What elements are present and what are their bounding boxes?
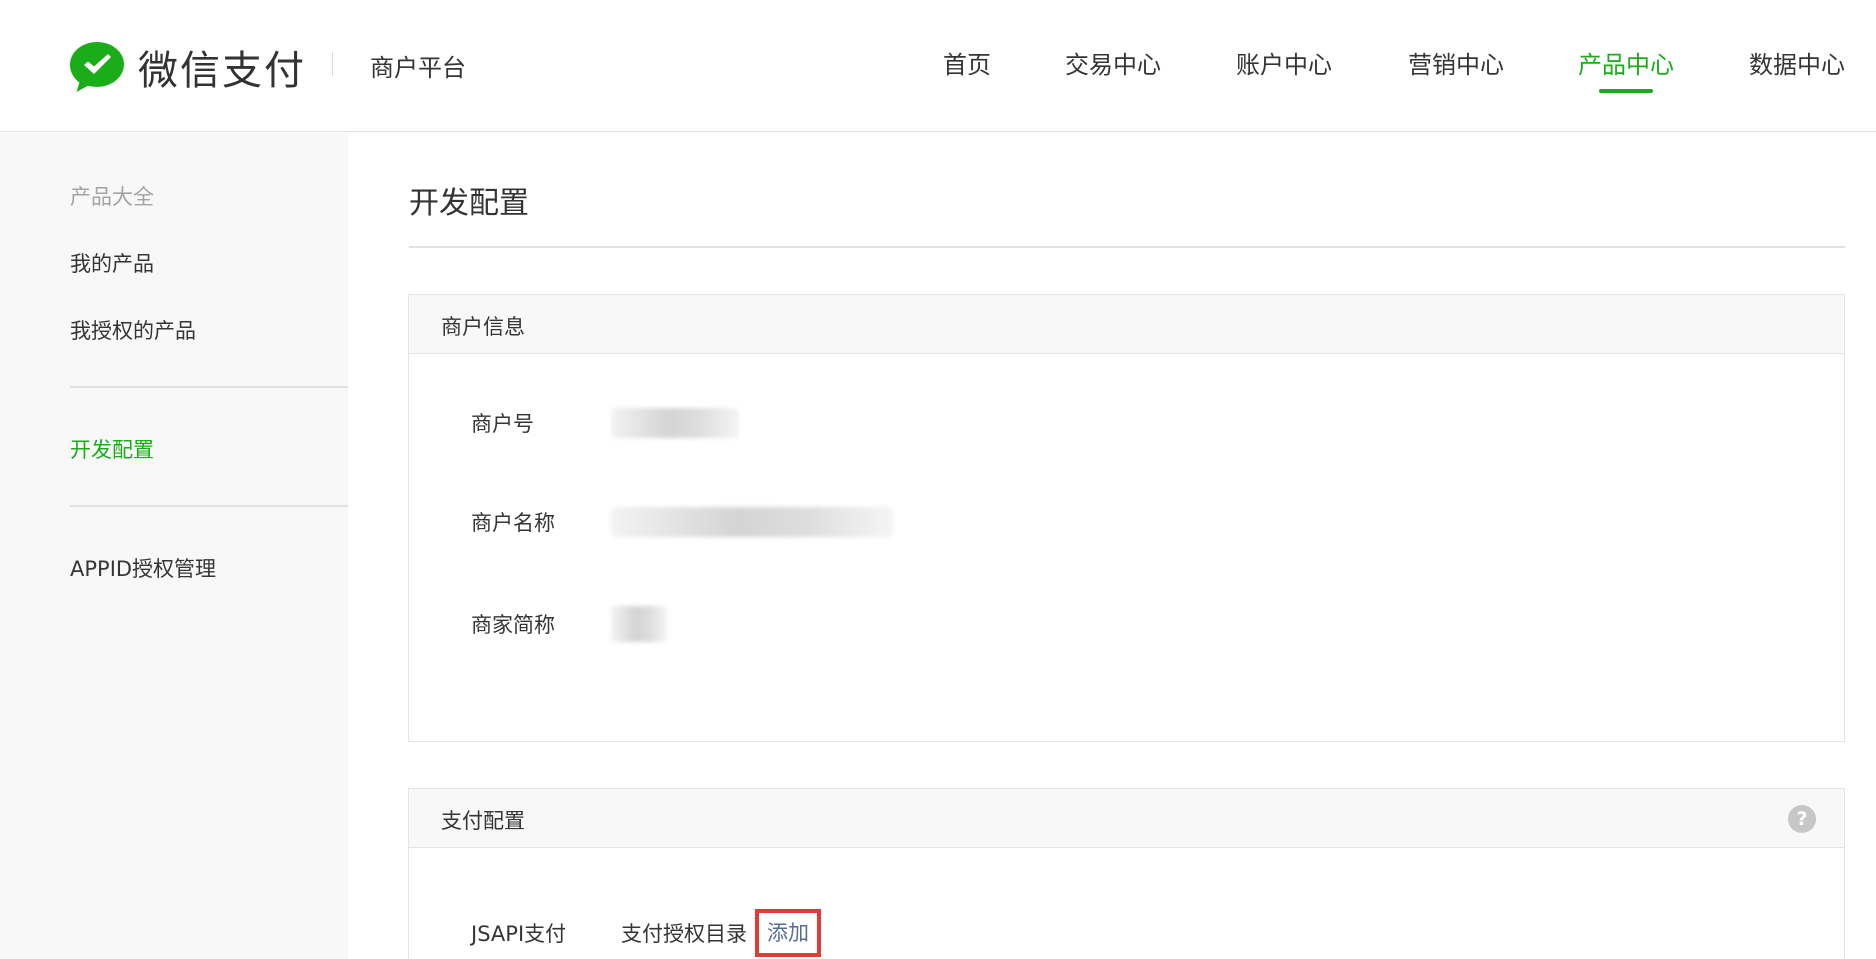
logo-divider bbox=[332, 52, 333, 76]
jsapi-auth-directory-label: 支付授权目录 bbox=[621, 922, 747, 946]
sidebar-item-authorized-products[interactable]: 我授权的产品 bbox=[70, 315, 196, 345]
sidebar-item-all-products: 产品大全 bbox=[70, 185, 154, 209]
merchant-info-panel: 商户信息 商户号 商户名称 商家简称 bbox=[408, 294, 1845, 742]
wechat-pay-logo[interactable]: 微信支付 bbox=[68, 38, 306, 96]
payment-config-panel: 支付配置 ? JSAPI支付 支付授权目录 添加 bbox=[408, 788, 1845, 959]
sidebar-item-dev-config[interactable]: 开发配置 bbox=[70, 434, 154, 464]
merchant-info-header: 商户信息 bbox=[409, 295, 1844, 354]
payment-config-header: 支付配置 ? bbox=[409, 789, 1844, 848]
merchant-id-value-redacted bbox=[611, 408, 739, 438]
add-auth-directory-link[interactable]: 添加 bbox=[755, 909, 821, 957]
merchant-name-label: 商户名称 bbox=[471, 511, 555, 535]
merchant-id-label: 商户号 bbox=[471, 412, 534, 436]
title-divider bbox=[409, 246, 1845, 248]
sidebar-divider bbox=[70, 505, 348, 507]
merchant-short-name-label: 商家简称 bbox=[471, 613, 555, 637]
jsapi-label: JSAPI支付 bbox=[471, 922, 567, 946]
nav-item-products[interactable]: 产品中心 bbox=[1578, 45, 1674, 80]
sidebar-divider bbox=[70, 386, 348, 388]
nav-active-underline bbox=[1599, 89, 1653, 93]
help-circle-icon[interactable]: ? bbox=[1788, 805, 1816, 833]
sidebar-item-my-products[interactable]: 我的产品 bbox=[70, 248, 154, 278]
merchant-short-name-value-redacted bbox=[611, 606, 667, 642]
wechat-pay-logo-icon bbox=[70, 42, 124, 92]
nav-item-account[interactable]: 账户中心 bbox=[1236, 45, 1332, 80]
merchant-name-value-redacted bbox=[611, 507, 893, 537]
nav-item-marketing[interactable]: 营销中心 bbox=[1408, 45, 1504, 80]
platform-name: 商户平台 bbox=[370, 54, 466, 82]
top-navigation-bar: 微信支付 商户平台 首页 交易中心 账户中心 营销中心 产品中心 数据中心 bbox=[0, 0, 1876, 132]
nav-item-transactions[interactable]: 交易中心 bbox=[1065, 45, 1161, 80]
merchant-name-row: 商户名称 bbox=[471, 507, 893, 537]
nav-item-home[interactable]: 首页 bbox=[943, 45, 991, 80]
page-title: 开发配置 bbox=[409, 186, 529, 221]
merchant-id-row: 商户号 bbox=[471, 408, 739, 438]
merchant-info-heading: 商户信息 bbox=[441, 315, 525, 339]
nav-item-data[interactable]: 数据中心 bbox=[1749, 45, 1845, 80]
payment-config-heading: 支付配置 bbox=[441, 809, 525, 833]
merchant-short-name-row: 商家简称 bbox=[471, 606, 667, 642]
sidebar: 产品大全 我的产品 我授权的产品 开发配置 APPID授权管理 bbox=[0, 133, 348, 959]
sidebar-item-appid-auth[interactable]: APPID授权管理 bbox=[70, 553, 216, 583]
logo-text: 微信支付 bbox=[138, 48, 306, 94]
jsapi-payment-row: JSAPI支付 支付授权目录 添加 bbox=[471, 909, 821, 957]
